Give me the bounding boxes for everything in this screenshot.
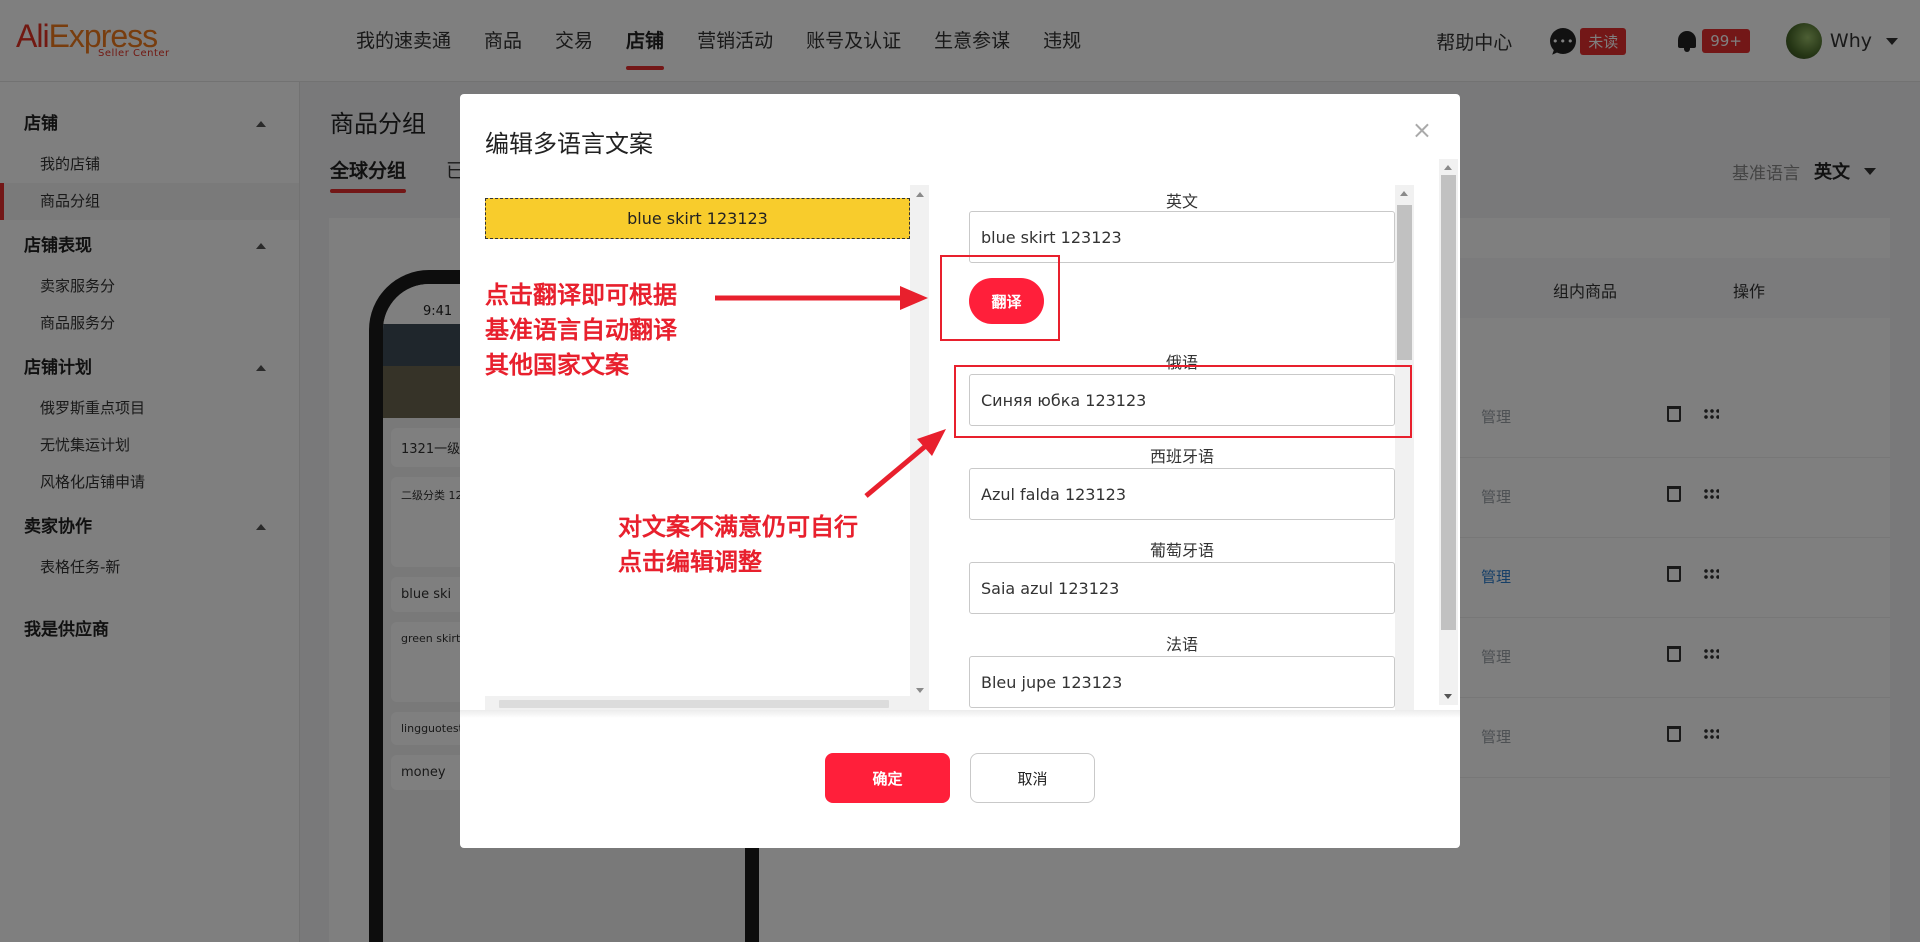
- source-text-highlight[interactable]: blue skirt 123123: [485, 198, 910, 239]
- lang-label-portuguese: 葡萄牙语: [1149, 541, 1214, 560]
- translate-button-highlight: [940, 255, 1060, 341]
- portuguese-text-input[interactable]: [969, 562, 1395, 614]
- source-pane: blue skirt 123123: [485, 185, 929, 711]
- dialog-scrollbar[interactable]: [1439, 159, 1458, 705]
- close-icon[interactable]: ×: [1412, 118, 1432, 142]
- translate-annotation: 点击翻译即可根据 基准语言自动翻译 其他国家文案: [485, 281, 677, 379]
- lang-label-spanish: 西班牙语: [1149, 447, 1214, 466]
- french-text-input[interactable]: [969, 656, 1395, 708]
- confirm-button[interactable]: 确定: [825, 753, 950, 803]
- spanish-text-input[interactable]: [969, 468, 1395, 520]
- left-horizontal-scrollbar[interactable]: [485, 696, 929, 711]
- dialog-footer-divider: [460, 710, 1460, 718]
- lang-label-french: 法语: [1165, 635, 1198, 654]
- russian-field-highlight: [954, 365, 1412, 438]
- lang-label-english: 英文: [1165, 192, 1198, 211]
- dialog-title: 编辑多语言文案: [485, 130, 653, 158]
- cancel-button[interactable]: 取消: [970, 753, 1095, 803]
- multilingual-edit-dialog: 编辑多语言文案 × blue skirt 123123 英文 翻译 俄语 西班牙…: [460, 94, 1460, 848]
- edit-annotation: 对文案不满意仍可自行 点击编辑调整: [618, 513, 858, 576]
- left-vertical-scrollbar[interactable]: [910, 185, 929, 701]
- translations-scrollbar[interactable]: [1395, 185, 1414, 711]
